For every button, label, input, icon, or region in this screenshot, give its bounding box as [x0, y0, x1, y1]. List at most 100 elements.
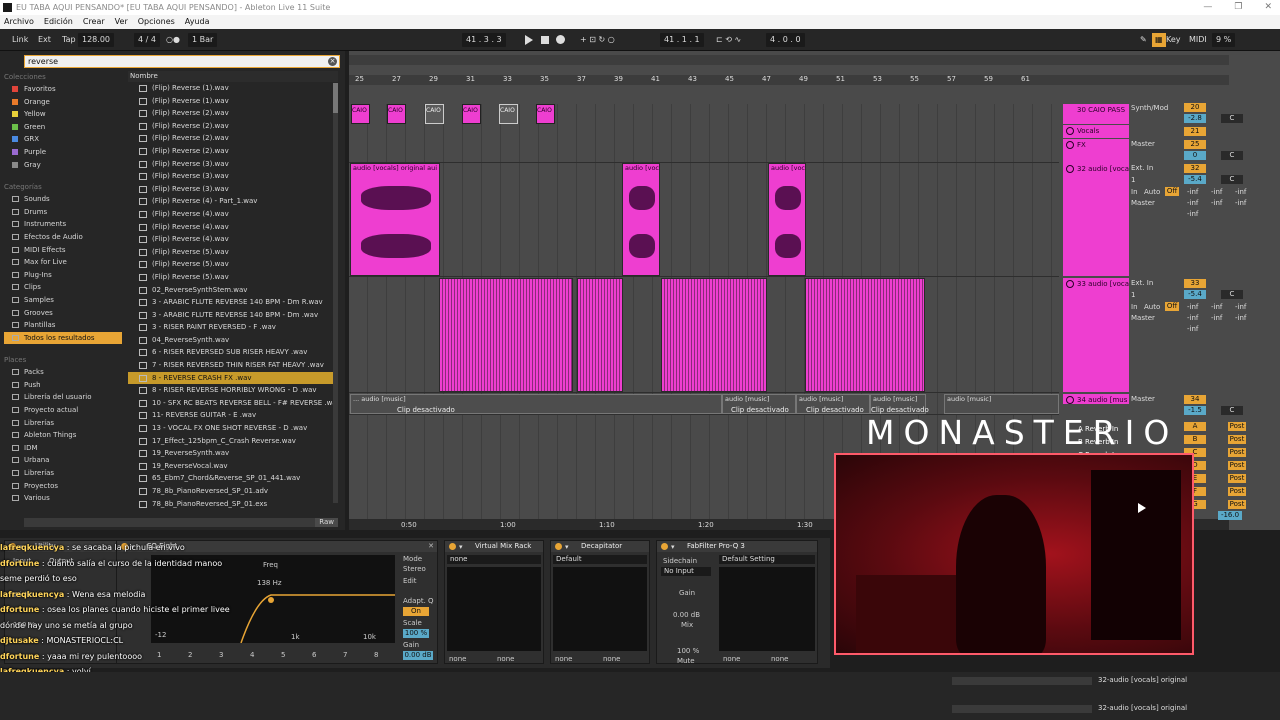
- master-volume-field[interactable]: -16.0: [1218, 511, 1242, 520]
- place-item[interactable]: Urbana: [4, 454, 122, 467]
- track-number[interactable]: 25: [1184, 140, 1206, 149]
- output-routing[interactable]: Master: [1131, 198, 1155, 208]
- file-row[interactable]: (Flip) Reverse (3).wav: [128, 170, 338, 183]
- menu-crear[interactable]: Crear: [83, 15, 105, 29]
- track-header-34[interactable]: 34 audio [mus: [1063, 394, 1129, 404]
- preset-select[interactable]: Default: [553, 555, 647, 564]
- file-row[interactable]: 7 - RISER REVERSED THIN RISER FAT HEAVY …: [128, 359, 338, 372]
- file-row[interactable]: (Flip) Reverse (3).wav: [128, 158, 338, 171]
- place-item[interactable]: Various: [4, 492, 122, 505]
- loop-icon[interactable]: ⊏ ⟲ ∿: [716, 33, 741, 47]
- collection-item[interactable]: GRX: [4, 133, 122, 146]
- mute-button[interactable]: Mute: [677, 657, 695, 665]
- file-row[interactable]: (Flip) Reverse (2).wav: [128, 132, 338, 145]
- category-item[interactable]: Instruments: [4, 218, 122, 231]
- file-row[interactable]: 8 - RISER REVERSE HORRIBLY WRONG - D .wa…: [128, 384, 338, 397]
- return-track-button[interactable]: A: [1184, 422, 1206, 431]
- sidechain-in[interactable]: none: [555, 655, 572, 663]
- menu-edicion[interactable]: Edición: [44, 15, 73, 29]
- category-item[interactable]: Sounds: [4, 193, 122, 206]
- clip-vocals[interactable]: audio [voca: [768, 163, 806, 276]
- place-item[interactable]: Ableton Things: [4, 429, 122, 442]
- volume-field[interactable]: -1.5: [1184, 406, 1206, 415]
- monitor-off[interactable]: Off: [1165, 302, 1179, 311]
- category-item[interactable]: Plantillas: [4, 319, 122, 332]
- loop-length-field[interactable]: 4 . 0 . 0: [766, 33, 805, 47]
- mode-select[interactable]: Stereo: [403, 565, 426, 573]
- file-row[interactable]: (Flip) Reverse (1).wav: [128, 95, 338, 108]
- pan-field[interactable]: C: [1221, 290, 1243, 299]
- output-routing[interactable]: Master: [1131, 394, 1155, 404]
- pan-field[interactable]: C: [1221, 151, 1243, 160]
- metronome-icon[interactable]: ○●: [166, 33, 180, 47]
- gain-value[interactable]: 0.00 dB: [673, 611, 700, 619]
- key-map-button[interactable]: ▦: [1152, 33, 1166, 47]
- category-item[interactable]: Plug-Ins: [4, 269, 122, 282]
- track-header-33[interactable]: 33 audio [voca: [1063, 278, 1129, 392]
- place-item[interactable]: Librerías: [4, 467, 122, 480]
- post-button[interactable]: Post: [1228, 461, 1246, 470]
- eq-band-toggle[interactable]: 8: [374, 651, 378, 659]
- overview-bar[interactable]: [349, 55, 1229, 65]
- chat-username[interactable]: dfortune: [0, 559, 39, 568]
- file-row[interactable]: (Flip) Reverse (2).wav: [128, 145, 338, 158]
- place-item[interactable]: Push: [4, 379, 122, 392]
- input-channel[interactable]: 1: [1131, 290, 1135, 300]
- clip-vocals-33[interactable]: [439, 278, 573, 392]
- clip-caio[interactable]: CAIO: [387, 104, 406, 124]
- file-row[interactable]: 04_ReverseSynth.wav: [128, 334, 338, 347]
- eq-band-toggle[interactable]: 3: [219, 651, 223, 659]
- track-header-32[interactable]: 32 audio [voca: [1063, 163, 1129, 276]
- track-number[interactable]: 21: [1184, 127, 1206, 136]
- monitor-in[interactable]: In: [1131, 302, 1138, 312]
- sidechain-in[interactable]: none: [449, 655, 466, 663]
- link-button[interactable]: Link: [12, 33, 28, 47]
- track-number[interactable]: 20: [1184, 103, 1206, 112]
- clip-vocals-33[interactable]: [661, 278, 767, 392]
- collection-item[interactable]: Purple: [4, 146, 122, 159]
- input-channel[interactable]: 1: [1131, 175, 1135, 185]
- mix-value[interactable]: 100 %: [677, 647, 699, 655]
- record-icon[interactable]: [556, 35, 565, 44]
- chat-username[interactable]: lafreqkuencya: [0, 590, 64, 599]
- sidechain-out[interactable]: none: [497, 655, 514, 663]
- preset-select[interactable]: Default Setting: [719, 555, 815, 564]
- return-track-button[interactable]: B: [1184, 435, 1206, 444]
- pan-field[interactable]: C: [1221, 406, 1243, 415]
- stop-icon[interactable]: [541, 36, 549, 44]
- file-row[interactable]: (Flip) Reverse (1).wav: [128, 82, 338, 95]
- sidechain-out[interactable]: none: [771, 655, 788, 663]
- post-button[interactable]: Post: [1228, 500, 1246, 509]
- song-position-field[interactable]: 41 . 3 . 3: [462, 33, 506, 47]
- close-button[interactable]: ✕: [1264, 0, 1272, 15]
- menu-ayuda[interactable]: Ayuda: [185, 15, 210, 29]
- search-input[interactable]: reverse ×: [24, 55, 340, 68]
- eq-band-toggle[interactable]: 7: [343, 651, 347, 659]
- device-pro-q3[interactable]: ▾ FabFilter Pro-Q 3 Sidechain No Input Ga…: [656, 540, 818, 665]
- monitor-auto[interactable]: Auto: [1144, 302, 1160, 312]
- file-row[interactable]: (Flip) Reverse (4).wav: [128, 233, 338, 246]
- clip-caio[interactable]: CAIO: [351, 104, 370, 124]
- track-number[interactable]: 34: [1184, 395, 1206, 404]
- eq-band-toggle[interactable]: 6: [312, 651, 316, 659]
- track-number[interactable]: 33: [1184, 279, 1206, 288]
- gain-value[interactable]: 0.00 dB: [403, 651, 433, 660]
- post-button[interactable]: Post: [1228, 422, 1246, 431]
- file-row[interactable]: 11- REVERSE GUITAR - E .wav: [128, 409, 338, 422]
- midi-label[interactable]: MIDI: [1189, 33, 1207, 47]
- volume-field[interactable]: -2.8: [1184, 114, 1206, 123]
- volume-field[interactable]: -5.4: [1184, 175, 1206, 184]
- quantize-menu[interactable]: 1 Bar: [188, 33, 218, 47]
- collection-item[interactable]: Favoritos: [4, 83, 122, 96]
- freq-value[interactable]: 138 Hz: [257, 579, 282, 587]
- file-row[interactable]: 3 - ARABIC FLUTE REVERSE 140 BPM - Dm R.…: [128, 296, 338, 309]
- file-row[interactable]: 02_ReverseSynthStem.wav: [128, 284, 338, 297]
- chat-username[interactable]: dfortune: [0, 652, 39, 661]
- file-row[interactable]: (Flip) Reverse (5).wav: [128, 271, 338, 284]
- draw-mode-icon[interactable]: ✎: [1140, 33, 1147, 47]
- category-item[interactable]: Todos los resultados: [4, 331, 122, 345]
- file-row[interactable]: 78_8b_PianoReversed_SP_01.adv: [128, 485, 338, 498]
- place-item[interactable]: Librerías: [4, 417, 122, 430]
- place-item[interactable]: Librería del usuario: [4, 391, 122, 404]
- menu-opciones[interactable]: Opciones: [138, 15, 175, 29]
